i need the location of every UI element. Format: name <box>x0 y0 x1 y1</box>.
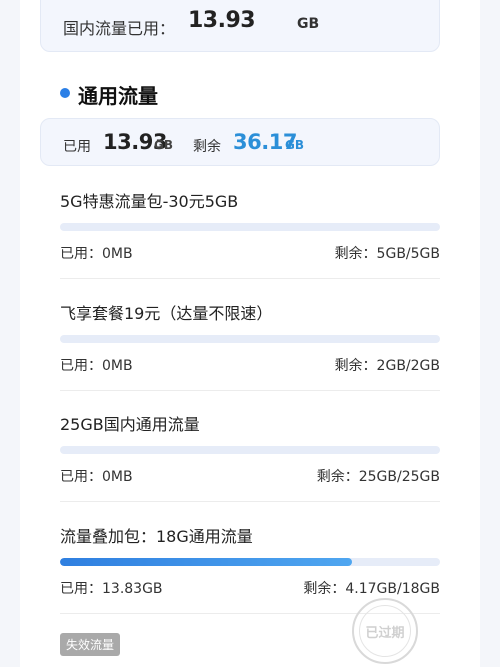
usage-progress-bar <box>60 446 440 454</box>
package-used: 已用：0MB <box>60 358 133 374</box>
bullet-dot-icon <box>60 88 70 98</box>
package-name: 流量叠加包：18G通用流量 <box>60 527 253 546</box>
package-used: 已用：13.83GB <box>60 581 163 597</box>
usage-progress-bar <box>60 558 440 566</box>
expired-stamp-text: 已过期 <box>365 626 405 641</box>
domestic-usage-unit: GB <box>297 16 320 32</box>
package-remain: 剩余：25GB/25GB <box>316 469 440 485</box>
divider <box>60 278 440 279</box>
general-summary-card: 已用 13.93 GB 剩余 36.17 GB <box>40 118 440 166</box>
divider <box>60 501 440 502</box>
package-item[interactable]: 25GB国内通用流量 已用：0MB 剩余：25GB/25GB <box>60 411 440 523</box>
package-remain: 剩余：2GB/2GB <box>334 358 440 374</box>
remain-label: 剩余 <box>193 139 221 155</box>
domestic-usage-label: 国内流量已用： <box>63 19 176 38</box>
usage-progress-bar <box>60 223 440 231</box>
package-remain: 剩余：5GB/5GB <box>334 246 440 262</box>
used-label: 已用 <box>63 139 91 155</box>
domestic-usage-card: 国内流量已用： 13.93 GB <box>40 0 440 52</box>
expired-stamp-icon: 已过期 <box>352 598 418 664</box>
package-used: 已用：0MB <box>60 246 133 262</box>
package-item[interactable]: 5G特惠流量包-30元5GB 已用：0MB 剩余：5GB/5GB <box>60 188 440 300</box>
package-remain: 剩余：4.17GB/18GB <box>303 581 440 597</box>
package-name: 飞享套餐19元（达量不限速） <box>60 304 273 323</box>
domestic-usage-value: 13.93 <box>188 8 256 33</box>
package-name: 25GB国内通用流量 <box>60 415 200 434</box>
remain-unit: GB <box>285 138 304 152</box>
package-name: 5G特惠流量包-30元5GB <box>60 192 239 211</box>
usage-progress-fill <box>60 558 352 566</box>
expired-traffic-badge[interactable]: 失效流量 <box>60 633 121 656</box>
used-unit: GB <box>154 138 173 152</box>
package-used: 已用：0MB <box>60 469 133 485</box>
package-item[interactable]: 飞享套餐19元（达量不限速） 已用：0MB 剩余：2GB/2GB <box>60 300 440 412</box>
divider <box>60 390 440 391</box>
section-title-text: 通用流量 <box>78 84 158 108</box>
usage-progress-bar <box>60 335 440 343</box>
